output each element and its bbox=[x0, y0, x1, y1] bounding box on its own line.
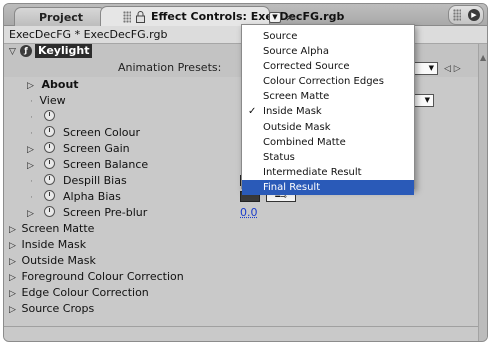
layer-menu-button[interactable]: ▼ bbox=[269, 12, 281, 23]
property-label: View bbox=[39, 94, 66, 107]
close-tab-icon[interactable]: × bbox=[285, 11, 294, 24]
property-label: Despill Bias bbox=[63, 174, 127, 187]
stopwatch-icon[interactable] bbox=[43, 110, 55, 121]
menu-item-label: Screen Matte bbox=[263, 91, 330, 103]
menu-item-source[interactable]: Source bbox=[242, 29, 414, 44]
view-dropdown-menu: Source Source Alpha Corrected Source Col… bbox=[241, 24, 415, 196]
stopwatch-icon[interactable] bbox=[43, 174, 55, 185]
property-label: Screen Gain bbox=[63, 142, 130, 155]
menu-item-combined-matte[interactable]: Combined Matte bbox=[242, 135, 414, 150]
collapsed-triangle-icon[interactable]: ▷ bbox=[27, 206, 36, 222]
menu-item-intermediate-result[interactable]: Intermediate Result bbox=[242, 165, 414, 180]
property-label: Screen Colour bbox=[63, 126, 141, 139]
menu-item-label: Corrected Source bbox=[263, 61, 350, 73]
panel-footer bbox=[4, 326, 478, 341]
menu-item-final-result[interactable]: Final Result bbox=[242, 179, 414, 196]
menu-item-outside-mask[interactable]: Outside Mask bbox=[242, 120, 414, 135]
animation-presets-label: Animation Presets: bbox=[118, 61, 222, 74]
property-label: Screen Balance bbox=[63, 158, 149, 171]
collapsed-triangle-icon[interactable]: ▷ bbox=[9, 286, 18, 302]
collapsed-triangle-icon[interactable]: ▷ bbox=[9, 270, 18, 286]
group-label: Foreground Colour Correction bbox=[21, 270, 184, 283]
checkmark-icon: ✓ bbox=[248, 106, 257, 118]
panel-grip-icon bbox=[453, 9, 461, 21]
group-row-screen-matte[interactable]: ▷ Screen Matte bbox=[4, 221, 478, 237]
menu-item-inside-mask[interactable]: ✓ Inside Mask bbox=[242, 104, 414, 119]
property-row-screen-pre-blur[interactable]: ▷ Screen Pre-blur 0.0 bbox=[4, 205, 478, 221]
group-label: Edge Colour Correction bbox=[21, 286, 149, 299]
drag-grip-icon[interactable] bbox=[123, 11, 131, 23]
bullet-icon: · bbox=[30, 113, 33, 123]
layer-title: ExecDecFG * ExecDecFG.rgb bbox=[9, 28, 168, 41]
collapsed-triangle-icon[interactable]: ▷ bbox=[9, 238, 18, 254]
tab-project-label: Project bbox=[39, 11, 84, 24]
vertical-scrollbar[interactable]: ▲ bbox=[478, 44, 487, 341]
stopwatch-icon[interactable] bbox=[43, 142, 55, 153]
menu-item-source-alpha[interactable]: Source Alpha bbox=[242, 44, 414, 59]
property-label: Screen Pre-blur bbox=[63, 206, 148, 219]
group-row-outside-mask[interactable]: ▷ Outside Mask bbox=[4, 253, 478, 269]
menu-item-status[interactable]: Status bbox=[242, 150, 414, 165]
group-row-source-crops[interactable]: ▷ Source Crops bbox=[4, 301, 478, 317]
bullet-icon: · bbox=[30, 129, 33, 139]
menu-item-label: Colour Correction Edges bbox=[263, 76, 384, 88]
tab-project[interactable]: Project bbox=[14, 7, 106, 26]
panel-tab-bar: Project Effect Controls: ExecDecFG.rgb ▼… bbox=[4, 4, 487, 27]
menu-item-corrected-source[interactable]: Corrected Source bbox=[242, 59, 414, 74]
lock-icon[interactable] bbox=[135, 11, 146, 23]
menu-item-screen-matte[interactable]: Screen Matte bbox=[242, 89, 414, 104]
group-row-inside-mask[interactable]: ▷ Inside Mask bbox=[4, 237, 478, 253]
group-row-foreground-colour-correction[interactable]: ▷ Foreground Colour Correction bbox=[4, 269, 478, 285]
tab-effect-controls-label: Effect Controls: ExecDecFG.rgb bbox=[151, 10, 345, 23]
preset-nav-arrows[interactable]: ◁ ▷ bbox=[444, 61, 461, 77]
panel-menu-button[interactable]: ▶ bbox=[448, 5, 484, 25]
menu-item-label: Combined Matte bbox=[263, 136, 346, 148]
effect-name: Keylight bbox=[35, 44, 93, 58]
group-label: Source Crops bbox=[21, 302, 95, 315]
property-label: About bbox=[41, 78, 79, 91]
pre-blur-value[interactable]: 0.0 bbox=[240, 205, 258, 221]
fx-toggle-icon[interactable]: ƒ bbox=[20, 45, 32, 57]
menu-item-label: Source bbox=[263, 31, 298, 42]
effect-controls-window: Project Effect Controls: ExecDecFG.rgb ▼… bbox=[3, 3, 488, 342]
menu-item-label: Inside Mask bbox=[263, 106, 322, 118]
stopwatch-icon[interactable] bbox=[43, 190, 55, 201]
menu-item-label: Intermediate Result bbox=[263, 166, 362, 178]
bullet-icon: · bbox=[30, 177, 33, 187]
property-label: Alpha Bias bbox=[63, 190, 121, 203]
stopwatch-icon[interactable] bbox=[43, 126, 55, 137]
bullet-icon: · bbox=[30, 97, 33, 107]
collapsed-triangle-icon[interactable]: ▷ bbox=[27, 158, 36, 174]
group-label: Screen Matte bbox=[21, 222, 95, 235]
menu-item-label: Status bbox=[263, 151, 295, 163]
scroll-up-arrow-icon[interactable]: ▲ bbox=[480, 53, 486, 62]
bullet-icon: · bbox=[30, 193, 33, 203]
menu-item-label: Final Result bbox=[263, 181, 321, 193]
collapsed-triangle-icon[interactable]: ▷ bbox=[9, 254, 18, 270]
menu-item-colour-correction-edges[interactable]: Colour Correction Edges bbox=[242, 74, 414, 89]
collapsed-triangle-icon[interactable]: ▷ bbox=[27, 78, 36, 94]
menu-item-label: Source Alpha bbox=[263, 46, 329, 58]
group-row-edge-colour-correction[interactable]: ▷ Edge Colour Correction bbox=[4, 285, 478, 301]
expand-triangle-icon[interactable]: ▽ bbox=[9, 44, 18, 60]
stopwatch-icon[interactable] bbox=[43, 206, 55, 217]
menu-item-label: Outside Mask bbox=[263, 121, 331, 133]
collapsed-triangle-icon[interactable]: ▷ bbox=[9, 302, 18, 318]
collapsed-triangle-icon[interactable]: ▷ bbox=[9, 222, 18, 238]
panel-menu-arrow-icon[interactable]: ▶ bbox=[468, 9, 480, 21]
collapsed-triangle-icon[interactable]: ▷ bbox=[27, 142, 36, 158]
stopwatch-icon[interactable] bbox=[43, 158, 55, 169]
group-label: Outside Mask bbox=[21, 254, 96, 267]
group-label: Inside Mask bbox=[21, 238, 87, 251]
